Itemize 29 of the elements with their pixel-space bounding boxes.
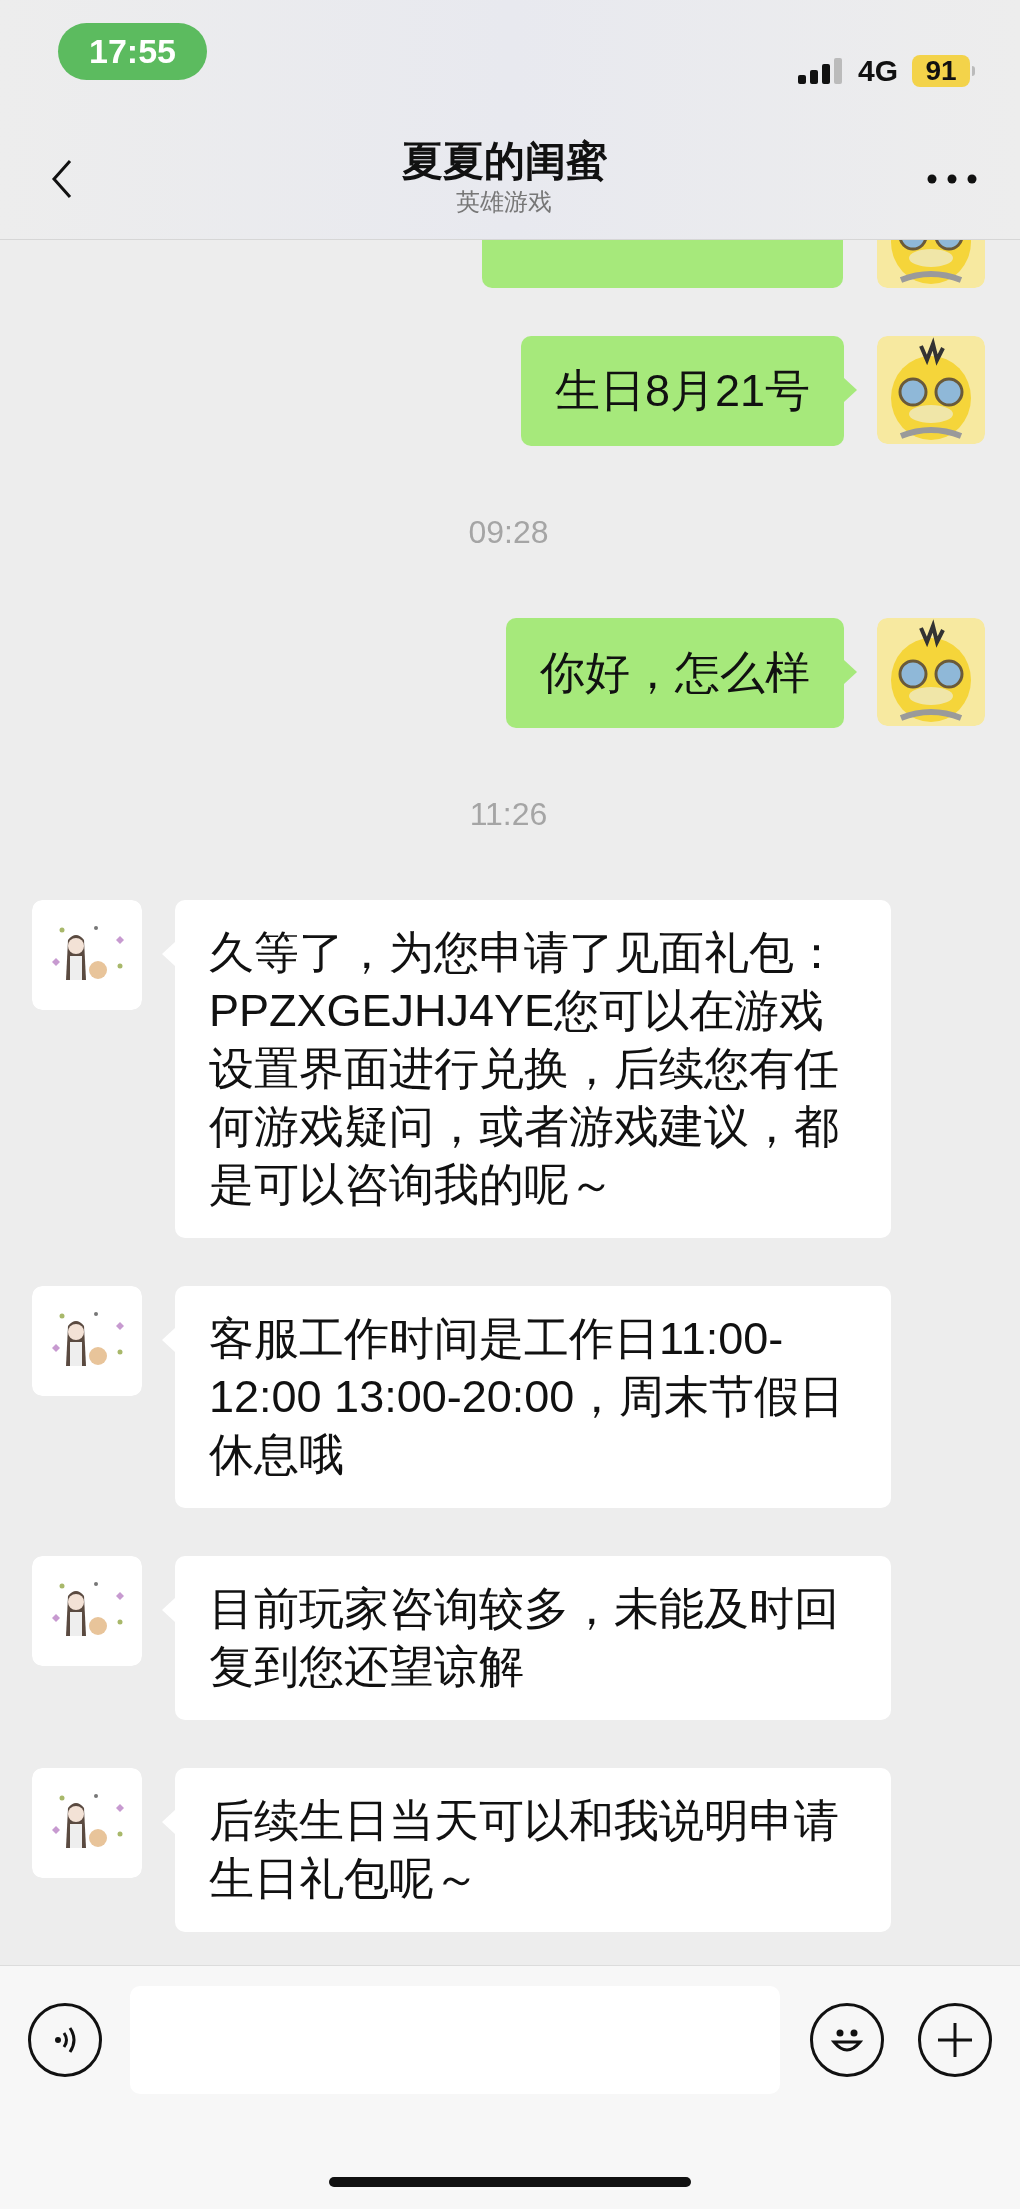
message-time: 11:26 [469, 795, 548, 834]
avatar[interactable] [32, 1556, 142, 1666]
bubble-tail [844, 660, 857, 684]
battery-indicator: 91 [912, 54, 970, 87]
message-time: 09:28 [468, 513, 549, 552]
avatar[interactable] [32, 1286, 142, 1396]
network-label: 4G [857, 53, 898, 89]
chat-title: 夏夏的闺蜜 [401, 136, 607, 186]
message-bubble: 后续生日当天可以和我说明申请生日礼包呢～ [175, 1768, 891, 1932]
bubble-tail [844, 378, 857, 402]
message-bubble: 客服工作时间是工作日11:00-12:00 13:00-20:00，周末节假日休息哦 [175, 1286, 891, 1508]
avatar[interactable] [32, 1768, 142, 1878]
message-bubble: 你好，怎么样 [506, 618, 844, 728]
plus-button[interactable] [918, 2003, 992, 2077]
back-icon [50, 158, 74, 199]
message-bubble: 生日8月21号 [520, 336, 844, 446]
avatar[interactable] [877, 336, 985, 444]
message-bubble: 久等了，为您申请了见面礼包：PPZXGEJHJ4YE您可以在游戏设置界面进行兑换，后续您有任何游戏疑问，或者游戏建议，都是可以咨询我的呢～ [175, 900, 891, 1238]
chat-subtitle: 英雄游戏 [456, 186, 552, 217]
signal-icon [797, 57, 844, 84]
avatar[interactable] [877, 240, 985, 288]
more-icon [927, 173, 977, 184]
plus-icon [935, 2020, 975, 2060]
status-time: 17:55 [58, 23, 207, 80]
voice-button[interactable] [28, 2003, 102, 2077]
avatar[interactable] [32, 900, 142, 1010]
message-bubble: 目前玩家咨询较多，未能及时回复到您还望谅解 [175, 1556, 891, 1720]
avatar[interactable] [877, 618, 985, 726]
emoji-button[interactable] [810, 2003, 884, 2077]
